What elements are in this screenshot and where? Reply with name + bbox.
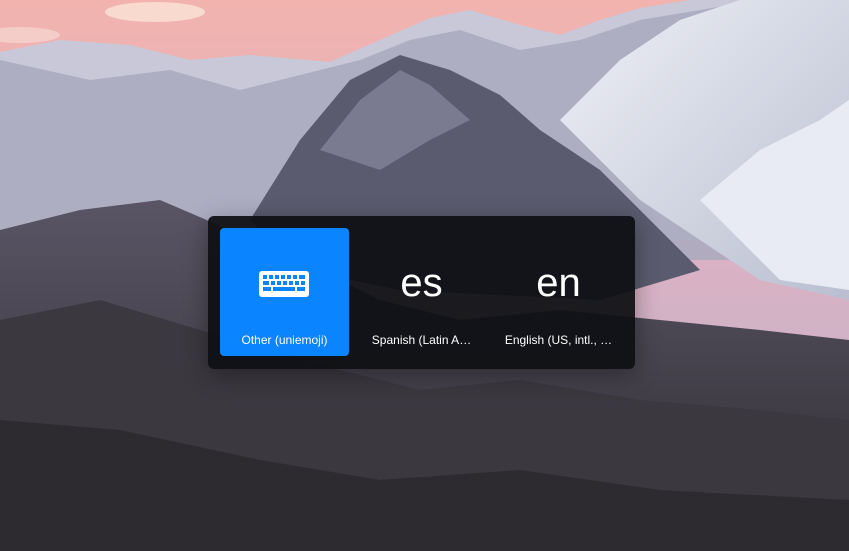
input-source-item-uniemoji[interactable]: Other (uniemoji) bbox=[220, 228, 349, 356]
input-source-item-english[interactable]: en English (US, intl., … bbox=[494, 228, 623, 356]
input-source-switcher: Other (uniemoji) es Spanish (Latin A… en… bbox=[208, 216, 635, 369]
input-source-label: Spanish (Latin A… bbox=[371, 333, 472, 347]
language-code-es: es bbox=[400, 261, 443, 305]
input-source-item-spanish[interactable]: es Spanish (Latin A… bbox=[357, 228, 486, 356]
language-code-en: en bbox=[536, 261, 581, 305]
input-source-label: Other (uniemoji) bbox=[241, 333, 328, 347]
input-source-label: English (US, intl., … bbox=[504, 333, 613, 347]
desktop: Other (uniemoji) es Spanish (Latin A… en… bbox=[0, 0, 849, 551]
keyboard-icon bbox=[259, 271, 309, 297]
